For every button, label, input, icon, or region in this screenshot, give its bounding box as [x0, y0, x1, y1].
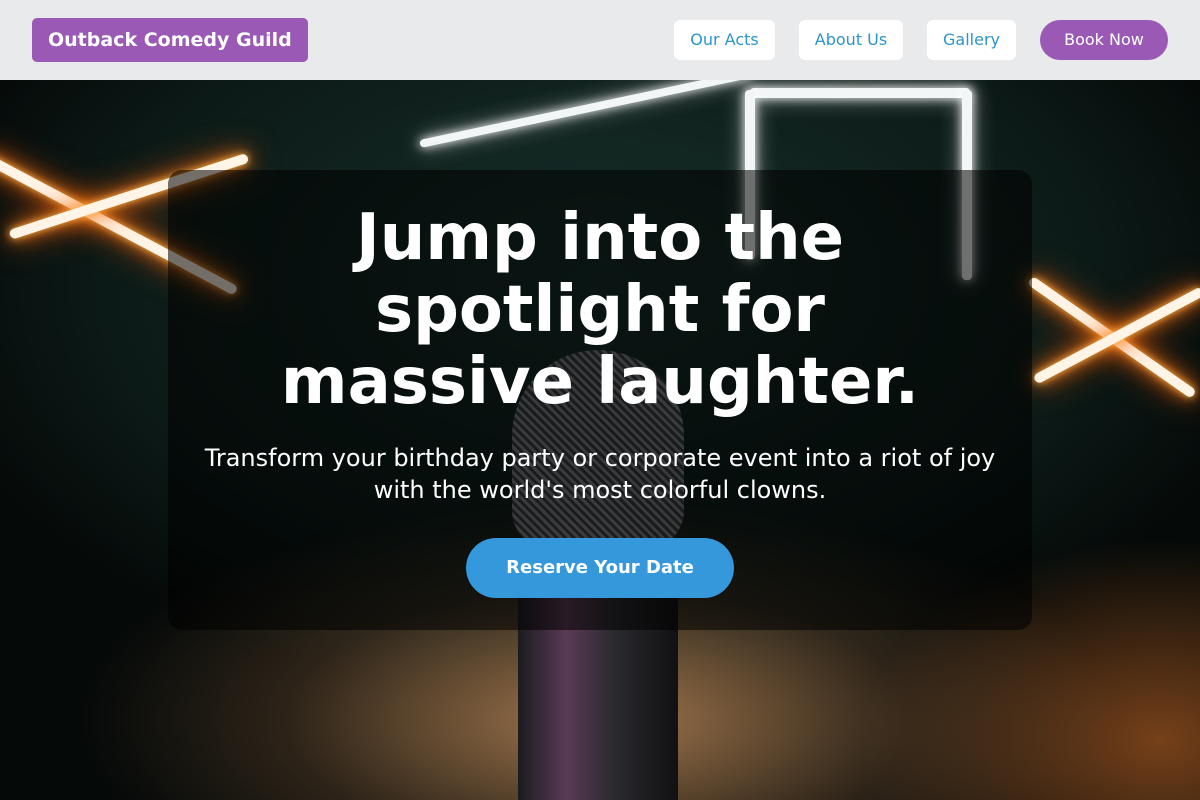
hero-overlay-card: Jump into the spotlight for massive laug…: [168, 170, 1032, 630]
hero-headline: Jump into the spotlight for massive laug…: [280, 201, 920, 419]
hero-subtitle: Transform your birthday party or corpora…: [204, 444, 996, 504]
neon-frame-decoration: [419, 80, 754, 148]
nav-about-us[interactable]: About Us: [799, 20, 903, 60]
site-header: Outback Comedy Guild Our Acts About Us G…: [0, 0, 1200, 80]
site-logo[interactable]: Outback Comedy Guild: [32, 18, 308, 62]
nav-gallery[interactable]: Gallery: [927, 20, 1016, 60]
book-now-button[interactable]: Book Now: [1040, 20, 1168, 60]
nav-our-acts[interactable]: Our Acts: [674, 20, 775, 60]
neon-frame-decoration: [750, 88, 970, 98]
reserve-date-button[interactable]: Reserve Your Date: [466, 538, 734, 598]
